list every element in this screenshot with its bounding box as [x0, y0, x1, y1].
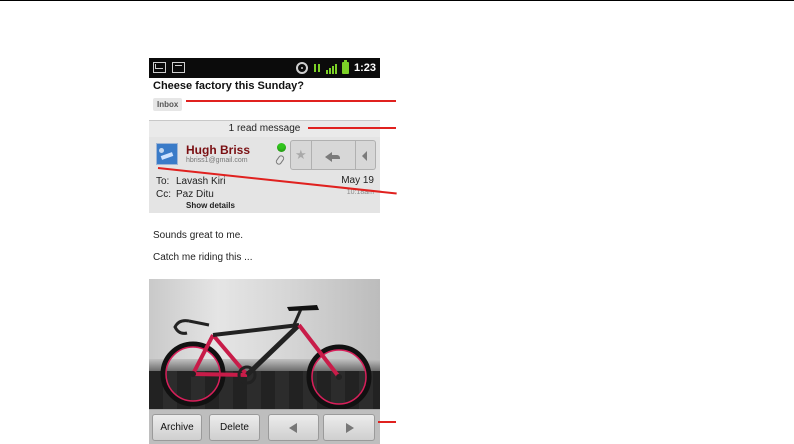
message-actions: ★ — [290, 140, 376, 170]
message-body-line: Sounds great to me. — [153, 230, 244, 241]
reply-icon — [325, 152, 340, 162]
cc-recipient: Paz Ditu — [176, 189, 214, 200]
gmail-notification-icon — [153, 62, 166, 73]
status-clock: 1:23 — [353, 62, 376, 74]
phone-screen: 1:23 Cheese factory this Sunday? Inbox 1… — [149, 58, 380, 444]
sender-name: Hugh Briss — [186, 143, 251, 157]
sender-avatar[interactable] — [156, 143, 178, 165]
bicycle-photo — [149, 279, 380, 409]
cc-label: Cc: — [156, 189, 171, 200]
callout-line-label — [186, 100, 396, 102]
message-date: May 19 — [341, 175, 374, 186]
callout-line-read-messages — [308, 127, 396, 129]
older-message-button[interactable] — [323, 414, 375, 441]
gps-icon — [295, 62, 308, 74]
message-body-line: Catch me riding this ... — [153, 252, 253, 263]
read-messages-bar[interactable]: 1 read message — [149, 120, 380, 138]
star-button[interactable]: ★ — [290, 140, 312, 170]
reply-button[interactable] — [312, 140, 356, 170]
chevron-left-icon — [289, 423, 297, 433]
status-notifications — [153, 62, 185, 74]
message-header: Hugh Briss hbriss1@gmail.com ★ To: Lavash… — [149, 137, 380, 213]
signal-icon — [325, 62, 337, 74]
inbox-label-chip[interactable]: Inbox — [153, 98, 183, 111]
archive-button[interactable]: Archive — [152, 414, 202, 441]
notification-icon — [172, 62, 185, 73]
status-indicators: 1:23 — [295, 60, 376, 75]
status-bar: 1:23 — [149, 58, 380, 78]
delete-button[interactable]: Delete — [209, 414, 260, 441]
message-subject: Cheese factory this Sunday? — [153, 80, 304, 92]
online-status-icon — [277, 143, 286, 152]
bicycle-illustration — [160, 305, 372, 409]
star-icon: ★ — [295, 147, 307, 162]
battery-icon — [341, 60, 349, 74]
more-actions-button[interactable] — [356, 140, 376, 170]
bottom-action-bar: Archive Delete — [149, 409, 380, 444]
attachment-icon — [274, 154, 286, 166]
show-details-link[interactable]: Show details — [186, 201, 235, 210]
to-label: To: — [156, 176, 170, 187]
sender-email: hbriss1@gmail.com — [186, 157, 248, 164]
chevron-right-icon — [346, 423, 354, 433]
callout-line-actions — [378, 421, 396, 423]
top-rule — [0, 0, 794, 1]
cc-row: Cc: Paz Ditu — [156, 189, 214, 200]
chevron-left-icon — [362, 151, 367, 161]
network-type-icon — [313, 62, 321, 74]
to-recipient: Lavash Kiri — [176, 176, 226, 187]
newer-message-button[interactable] — [268, 414, 319, 441]
to-row: To: Lavash Kiri — [156, 176, 225, 187]
